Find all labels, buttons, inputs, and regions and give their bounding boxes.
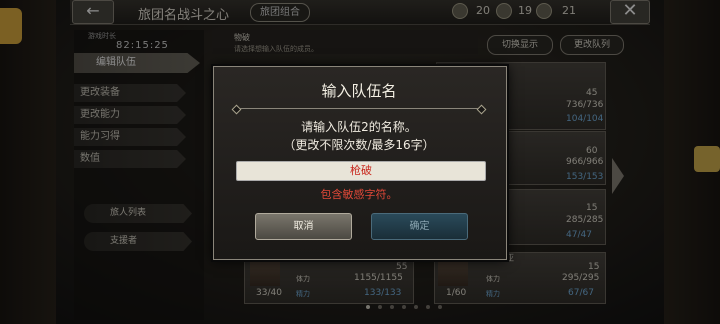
cancel-button[interactable]: 取消 [255, 213, 352, 240]
game-screen: ← 旅团名战斗之心 旅团组合 20 19 21 ✕ 游戏时长 82:15:25 … [0, 0, 720, 324]
dialog-submessage: （更改不限次数/最多16字） [283, 138, 435, 152]
dialog-message: 请输入队伍2的名称。 [301, 120, 417, 134]
error-message: 包含敏感字符。 [320, 188, 398, 201]
ok-button[interactable]: 确定 [371, 213, 468, 240]
dialog-title: 输入队伍名 [321, 82, 397, 100]
party-name-input[interactable]: 枪破 [236, 161, 486, 181]
dialog-divider [236, 108, 480, 109]
